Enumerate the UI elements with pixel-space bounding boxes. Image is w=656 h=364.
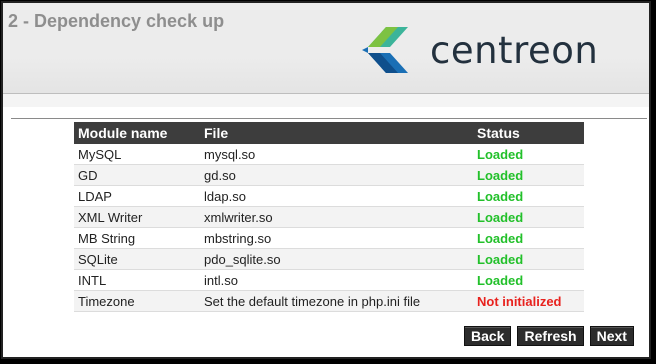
table-row: XML Writer xmlwriter.so Loaded xyxy=(74,206,584,228)
table-header-row: Module name File Status xyxy=(74,122,584,144)
header-subbar xyxy=(3,94,649,107)
file-cell: xmlwriter.so xyxy=(200,206,473,228)
module-name-cell: GD xyxy=(74,164,200,186)
file-cell: pdo_sqlite.so xyxy=(200,248,473,270)
table-row: INTL intl.so Loaded xyxy=(74,269,584,291)
column-header-module-name: Module name xyxy=(74,122,200,144)
page-title: 2 - Dependency check up xyxy=(8,11,225,31)
file-cell: ldap.so xyxy=(200,185,473,207)
header-bar: 2 - Dependency check up centreon xyxy=(3,3,649,94)
next-button[interactable]: Next xyxy=(589,326,634,346)
file-cell: mysql.so xyxy=(200,144,473,165)
table-row: SQLite pdo_sqlite.so Loaded xyxy=(74,248,584,270)
status-cell: Loaded xyxy=(473,269,584,291)
table-row: Timezone Set the default timezone in php… xyxy=(74,290,584,312)
status-cell: Loaded xyxy=(473,185,584,207)
column-header-file: File xyxy=(200,122,473,144)
file-cell: intl.so xyxy=(200,269,473,291)
centreon-logo: centreon xyxy=(360,25,598,75)
status-cell: Loaded xyxy=(473,144,584,165)
dependency-table: Module name File Status MySQL mysql.so L… xyxy=(74,122,584,312)
module-name-cell: INTL xyxy=(74,269,200,291)
status-cell: Loaded xyxy=(473,164,584,186)
installer-window: 2 - Dependency check up centreon Module … xyxy=(1,1,651,359)
module-name-cell: XML Writer xyxy=(74,206,200,228)
table-row: MB String mbstring.so Loaded xyxy=(74,227,584,249)
table-row: MySQL mysql.so Loaded xyxy=(74,144,584,165)
module-name-cell: MB String xyxy=(74,227,200,249)
module-name-cell: Timezone xyxy=(74,290,200,312)
navigation-buttons: Back Refresh Next xyxy=(464,326,634,346)
module-name-cell: LDAP xyxy=(74,185,200,207)
centreon-logo-text: centreon xyxy=(430,28,599,72)
file-cell: mbstring.so xyxy=(200,227,473,249)
status-cell: Loaded xyxy=(473,206,584,228)
column-header-status: Status xyxy=(473,122,584,144)
back-button[interactable]: Back xyxy=(464,326,512,346)
table-row: GD gd.so Loaded xyxy=(74,164,584,186)
module-name-cell: MySQL xyxy=(74,144,200,165)
file-cell: gd.so xyxy=(200,164,473,186)
centreon-logo-icon xyxy=(362,27,408,73)
status-cell: Loaded xyxy=(473,227,584,249)
status-cell: Loaded xyxy=(473,248,584,270)
module-name-cell: SQLite xyxy=(74,248,200,270)
status-cell: Not initialized xyxy=(473,290,584,312)
refresh-button[interactable]: Refresh xyxy=(517,326,584,346)
file-cell: Set the default timezone in php.ini file xyxy=(200,290,473,312)
table-row: LDAP ldap.so Loaded xyxy=(74,185,584,207)
section-divider xyxy=(11,118,647,119)
